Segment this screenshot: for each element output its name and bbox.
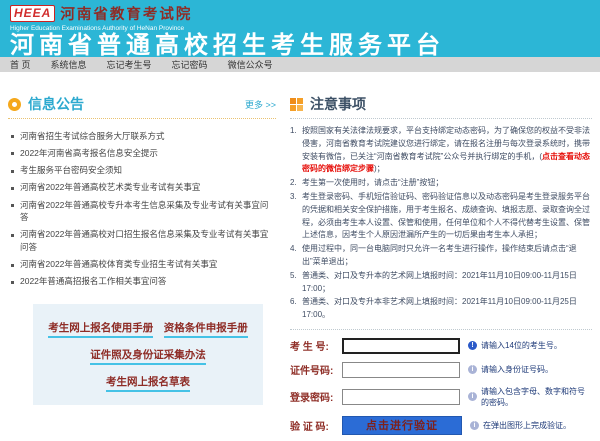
id-number-row: 证件号码: i请输入身份证号码。 — [290, 362, 592, 378]
notice-item: 5.普通类、对口及专升本的艺术网上填报时间：2021年11月10日09:00-1… — [290, 270, 592, 296]
id-number-input[interactable] — [342, 362, 460, 378]
org-name: 河南省教育考试院 — [60, 3, 192, 24]
info-icon: i — [470, 421, 479, 430]
notices-panel: 注意事项 1.按照国家有关法律法规要求，平台支持绑定动态密码，为了确保您的权益不… — [282, 94, 592, 441]
announcement-link[interactable]: 2022年普通高招报名工作相关事宜问答 — [8, 273, 276, 290]
nav-item-wechat[interactable]: 微信公众号 — [228, 58, 273, 71]
password-label: 登录密码: — [290, 389, 342, 404]
password-hint: i请输入包含字母、数字和符号的密码。 — [468, 386, 592, 408]
circle-icon — [8, 98, 21, 111]
announcement-link[interactable]: 河南省2022年普通高校艺术类专业考试有关事宜 — [8, 179, 276, 196]
header-banner: HEEA 河南省教育考试院 Higher Education Examinati… — [0, 0, 600, 57]
page: HEEA 河南省教育考试院 Higher Education Examinati… — [0, 0, 600, 441]
manuals-box: 考生网上报名使用手册 资格条件申报手册 证件照及身份证采集办法 考生网上报名草表 — [33, 304, 263, 405]
manual-row: 考生网上报名使用手册 资格条件申报手册 — [41, 318, 255, 338]
notice-item: 6.普通类、对口及专升本非艺术网上填报时间：2021年11月10日09:00-1… — [290, 296, 592, 322]
candidate-id-input[interactable] — [342, 338, 460, 354]
notice-item: 4.使用过程中，同一台电脑同时只允许一名考生进行操作，操作结束后请点击“退出”菜… — [290, 243, 592, 269]
notices-title: 注意事项 — [310, 94, 366, 114]
id-number-hint: i请输入身份证号码。 — [468, 364, 553, 375]
password-row: 登录密码: i请输入包含字母、数字和符号的密码。 — [290, 386, 592, 408]
manual-link-draft-form[interactable]: 考生网上报名草表 — [106, 374, 190, 392]
captcha-hint: i在弹出图形上完成验证。 — [470, 420, 571, 431]
info-icon: i — [468, 392, 477, 401]
main-content: 信息公告 更多 >> 河南省招生考试综合服务大厅联系方式 2022年河南省高考报… — [0, 72, 600, 441]
alert-icon: ! — [468, 341, 477, 350]
nav-bar: 首 页 系统信息 忘记考生号 忘记密码 微信公众号 — [0, 57, 600, 72]
announcement-link[interactable]: 河南省2022年普通高校对口招生报名信息采集及专业考试有关事宜问答 — [8, 226, 276, 256]
notice-item: 3.考生登录密码、手机短信验证码、密码验证信息以及动态密码是考生登录服务平台的凭… — [290, 191, 592, 242]
candidate-id-hint: !请输入14位的考生号。 — [468, 340, 562, 351]
squares-icon — [290, 98, 303, 111]
candidate-id-row: 考 生 号: !请输入14位的考生号。 — [290, 338, 592, 354]
announcements-list: 河南省招生考试综合服务大厅联系方式 2022年河南省高考报名信息安全提示 考生服… — [8, 127, 276, 290]
login-form: 考 生 号: !请输入14位的考生号。 证件号码: i请输入身份证号码。 登录密… — [290, 338, 592, 441]
nav-item-forgot-candidate-id[interactable]: 忘记考生号 — [107, 58, 152, 71]
notices-header: 注意事项 — [290, 94, 592, 119]
announcement-link[interactable]: 河南省2022年普通高校体育类专业招生考试有关事宜 — [8, 256, 276, 273]
more-link[interactable]: 更多 >> — [245, 98, 276, 111]
id-number-label: 证件号码: — [290, 362, 342, 377]
announcements-panel: 信息公告 更多 >> 河南省招生考试综合服务大厅联系方式 2022年河南省高考报… — [8, 94, 282, 441]
manual-row: 考生网上报名草表 — [41, 372, 255, 392]
captcha-row: 验 证 码: 点击进行验证 i在弹出图形上完成验证。 — [290, 416, 592, 435]
candidate-id-label: 考 生 号: — [290, 338, 342, 353]
heea-logo: HEEA — [10, 5, 55, 22]
notices-list: 1.按照国家有关法律法规要求，平台支持绑定动态密码，为了确保您的权益不受非法侵害… — [290, 125, 592, 330]
logo-row: HEEA 河南省教育考试院 — [10, 3, 600, 24]
announcement-link[interactable]: 河南省2022年普通高校专升本考生信息采集及专业考试有关事宜问答 — [8, 196, 276, 226]
notice-item: 1.按照国家有关法律法规要求，平台支持绑定动态密码，为了确保您的权益不受非法侵害… — [290, 125, 592, 176]
password-input[interactable] — [342, 389, 460, 405]
site-title: 河南省普通高校招生考生服务平台 — [10, 32, 600, 60]
notice-item: 2.考生第一次使用时，请点击“注册”按钮； — [290, 177, 592, 190]
manual-row: 证件照及身份证采集办法 — [41, 345, 255, 365]
captcha-label: 验 证 码: — [290, 418, 342, 433]
announcements-header: 信息公告 更多 >> — [8, 94, 276, 119]
announcement-link[interactable]: 2022年河南省高考报名信息安全提示 — [8, 144, 276, 161]
info-icon: i — [468, 365, 477, 374]
nav-item-forgot-password[interactable]: 忘记密码 — [172, 58, 208, 71]
captcha-verify-button[interactable]: 点击进行验证 — [342, 416, 462, 435]
manual-link-id-photo-guide[interactable]: 证件照及身份证采集办法 — [90, 347, 206, 365]
announcements-title: 信息公告 — [28, 94, 84, 114]
manual-link-registration-guide[interactable]: 考生网上报名使用手册 — [48, 320, 153, 338]
org-name-english: Higher Education Examinations Authority … — [10, 25, 600, 32]
nav-item-system-info[interactable]: 系统信息 — [51, 58, 87, 71]
announcement-link[interactable]: 河南省招生考试综合服务大厅联系方式 — [8, 127, 276, 144]
manual-link-qualification-guide[interactable]: 资格条件申报手册 — [164, 320, 248, 338]
announcement-link[interactable]: 考生服务平台密码安全须知 — [8, 162, 276, 179]
nav-item-home[interactable]: 首 页 — [10, 58, 31, 71]
